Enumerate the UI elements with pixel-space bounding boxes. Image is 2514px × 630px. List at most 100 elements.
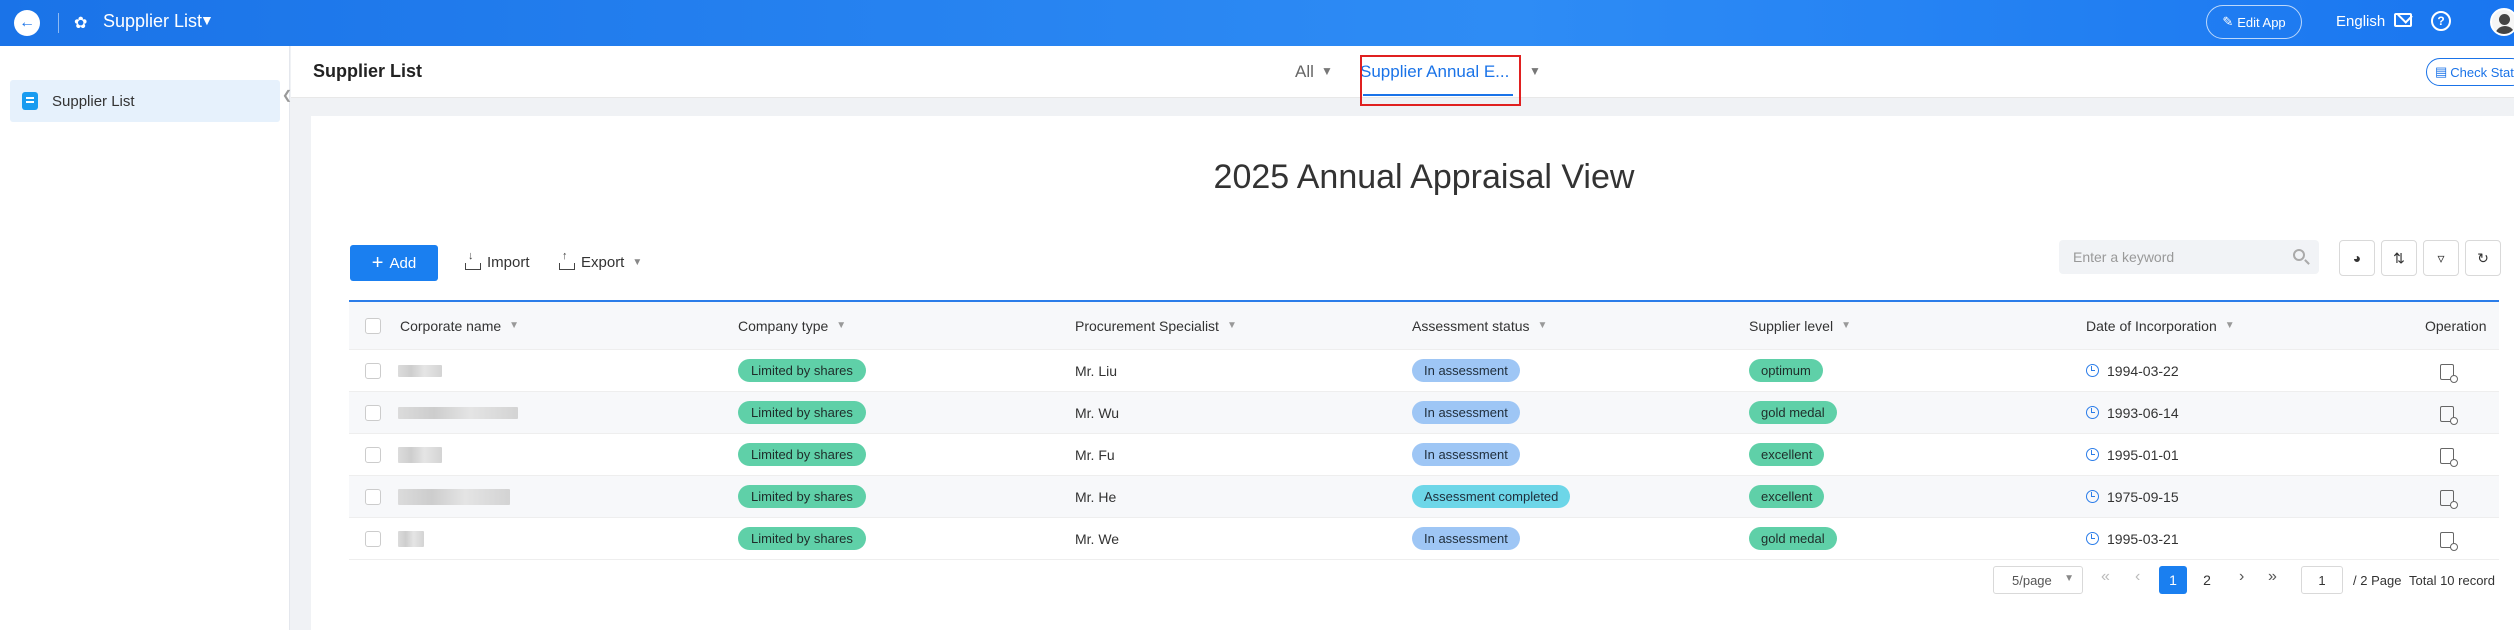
import-button[interactable]: Import [465,250,530,271]
page-number-active[interactable]: 1 [2159,566,2187,594]
clock-icon [2086,531,2099,545]
row-checkbox[interactable] [365,446,381,463]
table-row[interactable]: Limited by shares Mr. We In assessment g… [349,518,2499,560]
avatar[interactable] [2490,8,2514,36]
date-cell: 1995-03-21 [2107,530,2179,547]
sidebar-item-supplier-list[interactable]: Supplier List [10,80,280,122]
page-size-select[interactable]: 5/page ▼ [1993,566,2083,594]
row-checkbox[interactable] [365,362,381,379]
status-badge: In assessment [1412,359,1520,382]
column-header-procurement-specialist[interactable]: Procurement Specialist ▼ [1075,318,1237,334]
check-statistics-button[interactable]: ▤ Check Statis [2426,58,2514,86]
first-page-icon[interactable]: « [2101,568,2110,586]
chevron-down-icon[interactable]: ▼ [1529,64,1541,78]
clock-icon [2086,447,2099,461]
view-detail-icon[interactable] [2440,364,2458,383]
export-button[interactable]: Export ▼ [559,250,643,271]
chevron-down-icon: ▼ [632,257,643,268]
main-panel: 2025 Annual Appraisal View + Add Import … [311,116,2514,630]
sort-button[interactable]: ⇅ [2381,240,2417,276]
redacted-corporate-name [398,406,518,419]
status-badge: In assessment [1412,443,1520,466]
add-button[interactable]: + Add [350,245,438,281]
table-row[interactable]: Limited by shares Mr. Liu In assessment … [349,350,2499,392]
view-detail-icon[interactable] [2440,490,2458,509]
column-header-corporate-name[interactable]: Corporate name ▼ [400,318,519,334]
hide-fields-button[interactable]: ◕ [2339,240,2375,276]
app-title[interactable]: Supplier List [103,11,202,32]
filter-button[interactable]: ▿ [2423,240,2459,276]
page-size-label: 5/page [2012,572,2052,588]
level-badge: optimum [1749,359,1823,382]
column-header-assessment-status[interactable]: Assessment status ▼ [1412,318,1547,334]
plus-icon: + [371,252,384,274]
list-icon [22,92,38,110]
back-arrow-icon[interactable]: ← [14,10,40,36]
view-detail-icon[interactable] [2440,448,2458,467]
company-type-tag: Limited by shares [738,527,866,550]
chevron-down-icon: ▼ [2064,573,2074,584]
download-icon [465,250,481,270]
next-page-icon[interactable]: › [2239,568,2244,586]
chevron-down-icon[interactable]: ▼ [1321,64,1333,78]
mail-icon[interactable] [2394,13,2412,27]
status-badge: In assessment [1412,401,1520,424]
specialist-cell: Mr. Liu [1075,362,1118,379]
language-switch[interactable]: English [2336,13,2385,30]
level-badge: gold medal [1749,401,1837,424]
prev-page-icon[interactable]: ‹ [2135,568,2140,586]
filter-icon: ▿ [2437,249,2445,266]
view-header: Supplier List All ▼ Supplier Annual E...… [291,46,2514,106]
company-type-tag: Limited by shares [738,443,866,466]
column-header-supplier-level[interactable]: Supplier level ▼ [1749,318,1851,334]
search-placeholder: Enter a keyword [2073,249,2175,265]
sidebar-item-label: Supplier List [52,92,135,110]
select-all-checkbox[interactable] [365,317,381,334]
app-menu-caret-icon[interactable]: ▼ [200,12,214,28]
view-title: 2025 Annual Appraisal View [1213,158,1635,196]
add-label: Add [389,254,417,272]
page-number[interactable]: 2 [2193,566,2221,594]
edit-app-button[interactable]: ✎ Edit App [2206,5,2302,39]
refresh-button[interactable]: ↻ [2465,240,2501,276]
upload-icon [559,250,575,270]
search-icon[interactable] [2293,249,2305,261]
redacted-corporate-name [398,364,442,377]
table-row[interactable]: Limited by shares Mr. Wu In assessment g… [349,392,2499,434]
table-row[interactable]: Limited by shares Mr. He Assessment comp… [349,476,2499,518]
row-checkbox[interactable] [365,488,381,505]
level-badge: excellent [1749,485,1825,508]
clock-icon [2086,405,2099,419]
chevron-down-icon: ▼ [1226,320,1237,331]
redacted-corporate-name [398,488,510,505]
help-icon[interactable]: ? [2431,11,2451,31]
highlight-box [1360,55,1521,106]
search-input[interactable]: Enter a keyword [2059,240,2319,274]
column-header-operation: Operation [2425,317,2487,334]
sort-icon: ⇅ [2393,249,2405,266]
date-cell: 1994-03-22 [2107,362,2179,379]
last-page-icon[interactable]: » [2268,568,2277,586]
column-header-date-of-incorporation[interactable]: Date of Incorporation ▼ [2086,318,2235,334]
page-jump-input[interactable]: 1 [2301,566,2343,594]
row-checkbox[interactable] [365,404,381,421]
row-checkbox[interactable] [365,530,381,547]
specialist-cell: Mr. Fu [1075,446,1115,463]
redacted-corporate-name [398,530,424,547]
sidebar: Supplier List [0,46,290,630]
chevron-down-icon: ▼ [509,320,520,331]
import-label: Import [487,254,530,271]
check-stats-label: Check Statis [2450,64,2514,80]
export-label: Export [581,254,625,271]
date-cell: 1993-06-14 [2107,404,2179,421]
table-row[interactable]: Limited by shares Mr. Fu In assessment e… [349,434,2499,476]
refresh-icon: ↻ [2477,249,2489,266]
clock-icon [2086,489,2099,503]
status-badge: In assessment [1412,527,1520,550]
app-icon: ✿ [74,15,88,32]
column-header-company-type[interactable]: Company type ▼ [738,318,846,334]
view-detail-icon[interactable] [2440,532,2458,551]
view-detail-icon[interactable] [2440,406,2458,425]
level-badge: excellent [1749,443,1825,466]
tab-all[interactable]: All [1295,62,1314,82]
